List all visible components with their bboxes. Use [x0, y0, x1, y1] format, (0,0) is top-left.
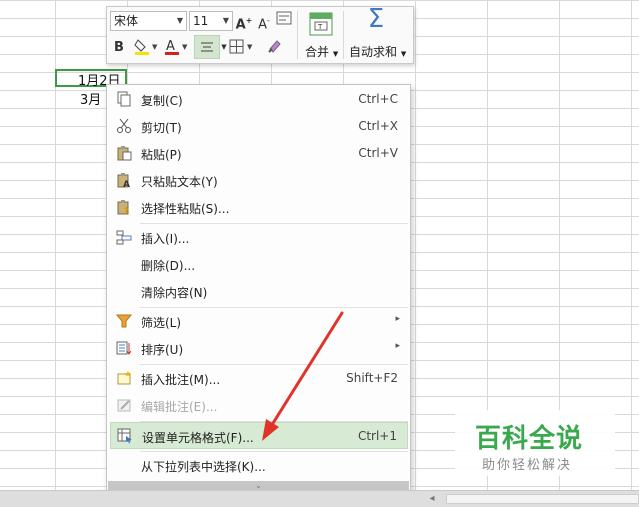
scroll-left-icon[interactable]: ◂	[425, 492, 439, 506]
watermark: 百科全说 助你轻松解决	[455, 410, 615, 476]
watermark-title: 百科全说	[475, 424, 584, 454]
watermark-subtitle: 助你轻松解决	[482, 458, 573, 473]
horizontal-scrollbar[interactable]	[446, 494, 639, 504]
